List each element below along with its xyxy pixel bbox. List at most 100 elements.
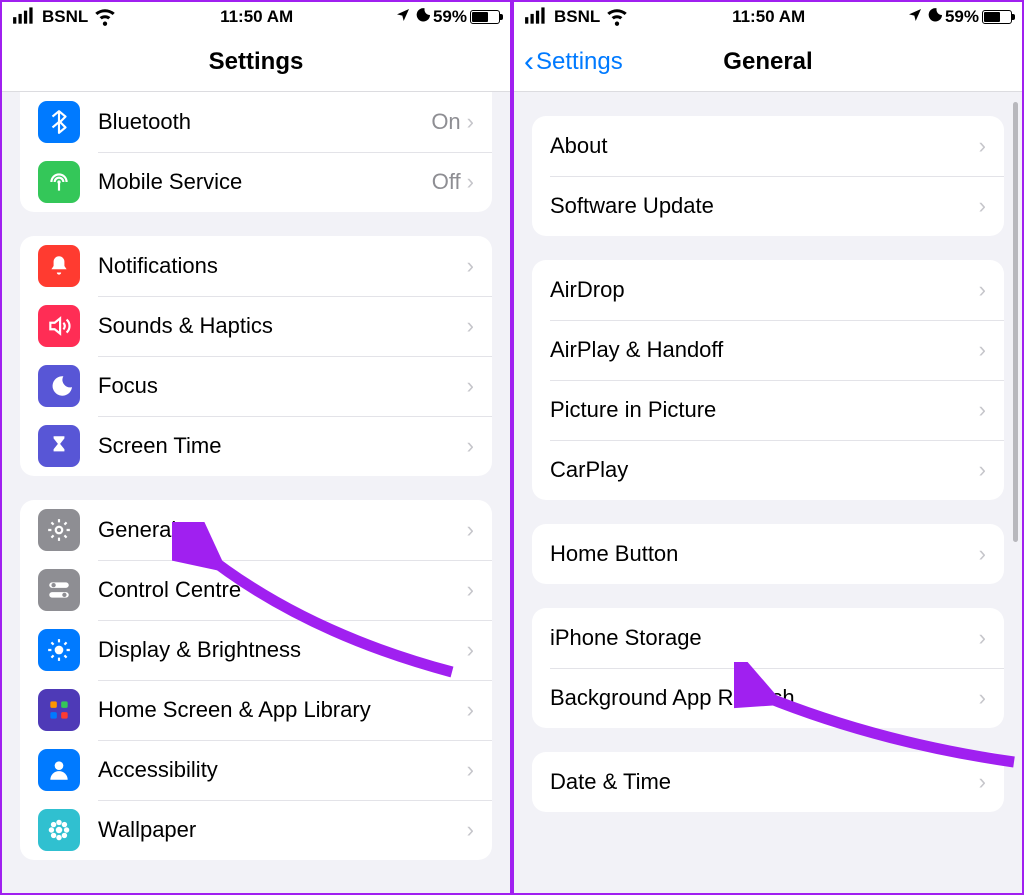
do-not-disturb-icon xyxy=(926,7,942,28)
status-bar: BSNL 11:50 AM 59% xyxy=(514,2,1022,32)
chevron-right-icon: › xyxy=(467,577,474,603)
wifi-icon xyxy=(604,2,630,33)
row-label: Home Screen & App Library xyxy=(98,697,467,723)
general-row-date-time[interactable]: Date & Time› xyxy=(532,752,1004,812)
status-time: 11:50 AM xyxy=(732,7,805,27)
chevron-left-icon: ‹ xyxy=(524,45,534,79)
switches-icon xyxy=(38,569,80,611)
row-label: Focus xyxy=(98,373,467,399)
page-title: Settings xyxy=(209,48,304,76)
settings-row-home-screen-app-library[interactable]: Home Screen & App Library› xyxy=(20,680,492,740)
chevron-right-icon: › xyxy=(467,253,474,279)
bell-icon xyxy=(38,245,80,287)
row-label: Bluetooth xyxy=(98,109,431,135)
row-label: About xyxy=(550,133,979,159)
chevron-right-icon: › xyxy=(467,109,474,135)
chevron-right-icon: › xyxy=(979,337,986,363)
settings-row-display-brightness[interactable]: Display & Brightness› xyxy=(20,620,492,680)
settings-row-general[interactable]: General› xyxy=(20,500,492,560)
general-row-iphone-storage[interactable]: iPhone Storage› xyxy=(532,608,1004,668)
row-label: Wallpaper xyxy=(98,817,467,843)
chevron-right-icon: › xyxy=(979,457,986,483)
sun-icon xyxy=(38,629,80,671)
battery-icon xyxy=(470,10,500,24)
hourglass-icon xyxy=(38,425,80,467)
chevron-right-icon: › xyxy=(979,541,986,567)
settings-row-focus[interactable]: Focus› xyxy=(20,356,492,416)
back-button-label: Settings xyxy=(536,48,623,76)
general-scroll[interactable]: About›Software Update› AirDrop›AirPlay &… xyxy=(514,92,1022,893)
row-label: Background App Refresh xyxy=(550,685,979,711)
row-label: AirDrop xyxy=(550,277,979,303)
nav-bar: ‹ Settings General xyxy=(514,32,1022,92)
general-row-home-button[interactable]: Home Button› xyxy=(532,524,1004,584)
settings-row-wallpaper[interactable]: Wallpaper› xyxy=(20,800,492,860)
row-label: iPhone Storage xyxy=(550,625,979,651)
row-label: Screen Time xyxy=(98,433,467,459)
chevron-right-icon: › xyxy=(467,817,474,843)
chevron-right-icon: › xyxy=(979,193,986,219)
chevron-right-icon: › xyxy=(467,373,474,399)
page-title: General xyxy=(723,48,812,76)
location-icon xyxy=(907,7,923,28)
row-label: CarPlay xyxy=(550,457,979,483)
chevron-right-icon: › xyxy=(979,685,986,711)
row-label: AirPlay & Handoff xyxy=(550,337,979,363)
antenna-icon xyxy=(38,161,80,203)
gear-icon xyxy=(38,509,80,551)
chevron-right-icon: › xyxy=(467,757,474,783)
settings-row-control-centre[interactable]: Control Centre› xyxy=(20,560,492,620)
row-label: Picture in Picture xyxy=(550,397,979,423)
battery-pct: 59% xyxy=(945,7,979,27)
settings-scroll[interactable]: BluetoothOn›Mobile ServiceOff› Notificat… xyxy=(2,92,510,893)
chevron-right-icon: › xyxy=(979,769,986,795)
settings-row-screen-time[interactable]: Screen Time› xyxy=(20,416,492,476)
battery-pct: 59% xyxy=(433,7,467,27)
back-button[interactable]: ‹ Settings xyxy=(524,45,623,79)
row-label: Notifications xyxy=(98,253,467,279)
row-label: Control Centre xyxy=(98,577,467,603)
bluetooth-icon xyxy=(38,101,80,143)
row-label: Home Button xyxy=(550,541,979,567)
row-label: Date & Time xyxy=(550,769,979,795)
carrier-label: BSNL xyxy=(554,7,600,27)
row-label: Accessibility xyxy=(98,757,467,783)
phone-general-root: BSNL 11:50 AM 59% ‹ Settings General Abo… xyxy=(512,0,1024,895)
general-row-airplay-handoff[interactable]: AirPlay & Handoff› xyxy=(532,320,1004,380)
chevron-right-icon: › xyxy=(467,697,474,723)
general-row-carplay[interactable]: CarPlay› xyxy=(532,440,1004,500)
person-icon xyxy=(38,749,80,791)
chevron-right-icon: › xyxy=(467,169,474,195)
row-label: Display & Brightness xyxy=(98,637,467,663)
general-row-about[interactable]: About› xyxy=(532,116,1004,176)
row-label: General xyxy=(98,517,467,543)
settings-row-sounds-haptics[interactable]: Sounds & Haptics› xyxy=(20,296,492,356)
chevron-right-icon: › xyxy=(979,625,986,651)
chevron-right-icon: › xyxy=(467,433,474,459)
settings-row-accessibility[interactable]: Accessibility› xyxy=(20,740,492,800)
scrollbar-indicator[interactable] xyxy=(1013,102,1018,542)
signal-bars-icon xyxy=(524,2,550,33)
speaker-icon xyxy=(38,305,80,347)
general-row-picture-in-picture[interactable]: Picture in Picture› xyxy=(532,380,1004,440)
general-row-software-update[interactable]: Software Update› xyxy=(532,176,1004,236)
chevron-right-icon: › xyxy=(979,277,986,303)
location-icon xyxy=(395,7,411,28)
flower-icon xyxy=(38,809,80,851)
chevron-right-icon: › xyxy=(467,517,474,543)
phone-settings-root: BSNL 11:50 AM 59% Settings BluetoothOn›M… xyxy=(0,0,512,895)
general-row-background-app-refresh[interactable]: Background App Refresh› xyxy=(532,668,1004,728)
chevron-right-icon: › xyxy=(979,133,986,159)
settings-row-mobile-service[interactable]: Mobile ServiceOff› xyxy=(20,152,492,212)
battery-icon xyxy=(982,10,1012,24)
row-value: On xyxy=(431,109,460,135)
settings-row-bluetooth[interactable]: BluetoothOn › xyxy=(20,92,492,152)
status-bar: BSNL 11:50 AM 59% xyxy=(2,2,510,32)
chevron-right-icon: › xyxy=(979,397,986,423)
settings-row-notifications[interactable]: Notifications› xyxy=(20,236,492,296)
row-label: Software Update xyxy=(550,193,979,219)
general-row-airdrop[interactable]: AirDrop› xyxy=(532,260,1004,320)
row-label: Mobile Service xyxy=(98,169,432,195)
moon-icon xyxy=(38,365,80,407)
signal-bars-icon xyxy=(12,2,38,33)
